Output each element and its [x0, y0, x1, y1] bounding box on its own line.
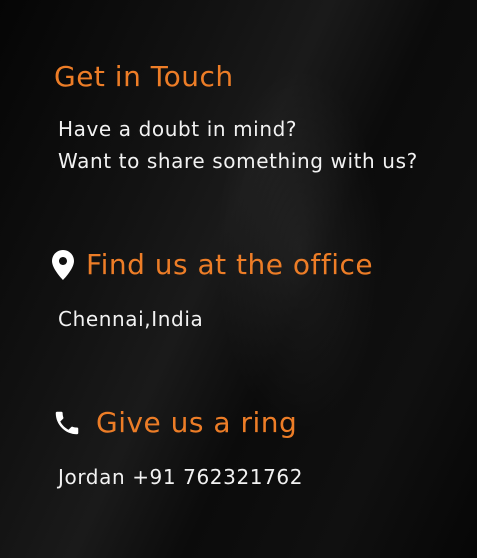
phone-icon [52, 408, 82, 438]
intro-line-doubt: Have a doubt in mind? [58, 117, 298, 141]
find-office-heading: Find us at the office [86, 248, 374, 281]
map-marker-icon [52, 249, 74, 280]
give-ring-heading: Give us a ring [96, 406, 298, 439]
office-location-text: Chennai,India [58, 307, 204, 331]
intro-line-share: Want to share something with us? [58, 149, 418, 173]
office-heading-row: Find us at the office [52, 248, 373, 281]
get-in-touch-heading: Get in Touch [54, 60, 234, 93]
ring-heading-row: Give us a ring [52, 406, 297, 439]
contact-panel: Get in Touch Have a doubt in mind? Want … [0, 0, 477, 558]
contact-phone-text: Jordan +91 762321762 [58, 465, 304, 489]
